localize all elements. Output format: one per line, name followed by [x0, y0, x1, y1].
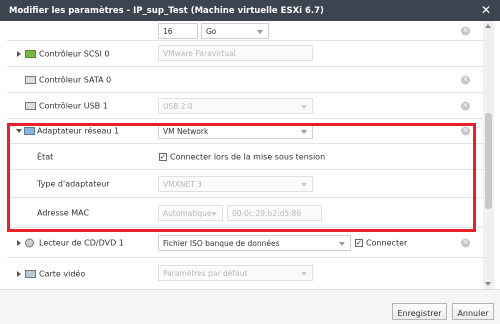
mac-address-label: Adresse MAC: [37, 208, 90, 217]
chevron-down-icon: [301, 183, 307, 187]
memory-row: 16 Go ✕: [7, 21, 483, 41]
window-titlebar: Modifier les paramètres - IP_sup_Test (M…: [0, 0, 500, 21]
connect-at-power-on-checkbox[interactable]: ✓: [159, 152, 167, 161]
video-card-icon: [25, 269, 36, 278]
memory-value: 16: [163, 27, 173, 36]
scsi-type-value: VMware Paravirtual: [163, 49, 236, 58]
video-settings-value: Paramètres par défaut: [163, 269, 248, 278]
adapter-type-row: Type d'adaptateur VMXNET 3: [7, 170, 483, 198]
chevron-down-icon: [301, 272, 307, 276]
cd-dvd-icon: [25, 238, 34, 247]
video-card-label: Carte vidéo: [39, 269, 86, 278]
remove-icon[interactable]: ✕: [461, 238, 470, 247]
connect-label[interactable]: Connecter: [366, 238, 407, 247]
memory-value-field[interactable]: 16: [158, 23, 198, 39]
save-button[interactable]: Enregistrer: [392, 303, 447, 320]
network-select[interactable]: VM Network: [158, 123, 313, 139]
chevron-down-icon: [301, 105, 307, 109]
network-adapter-icon: [24, 127, 35, 135]
network-value: VM Network: [163, 127, 209, 136]
scroll-up-icon[interactable]: [485, 24, 491, 28]
remove-icon[interactable]: ✕: [461, 75, 470, 84]
usb-type-select[interactable]: USB 2.0: [158, 98, 313, 114]
window-title: Modifier les paramètres - IP_sup_Test (M…: [9, 6, 324, 16]
adapter-type-label: Type d'adaptateur: [37, 179, 110, 188]
adapter-type-select[interactable]: VMXNET 3: [158, 176, 313, 192]
chevron-down-icon: [257, 30, 263, 34]
scsi-controller-icon: [25, 49, 36, 58]
memory-unit: Go: [206, 27, 217, 36]
usb-controller-icon: [25, 101, 36, 110]
chevron-down-icon: [339, 242, 345, 246]
close-icon[interactable]: ✕: [481, 3, 491, 17]
memory-unit-select[interactable]: Go: [201, 23, 269, 39]
mac-mode-value: Automatique: [163, 209, 212, 218]
mac-address-row: Adresse MAC Automatique 00:0c:29:b2:d5:8…: [7, 198, 483, 228]
scroll-down-icon[interactable]: [485, 282, 491, 286]
dialog-footer: Enregistrer Annuler: [0, 289, 500, 324]
cd-dvd-row: Lecteur de CD/DVD 1 Fichier ISO banque d…: [7, 228, 483, 258]
mac-address-input[interactable]: 00:0c:29:b2:d5:86: [227, 205, 322, 221]
chevron-down-icon: [301, 130, 307, 134]
usb-controller-label: Contrôleur USB 1: [39, 101, 108, 110]
chevron-down-icon: [211, 212, 217, 216]
video-settings-select[interactable]: Paramètres par défaut: [158, 265, 313, 281]
connect-at-power-on-label[interactable]: Connecter lors de la mise sous tension: [170, 152, 325, 161]
scsi-controller-label: Contrôleur SCSI 0: [39, 49, 110, 58]
sata-controller-row: Contrôleur SATA 0 ✕: [7, 67, 483, 93]
scsi-controller-row: Contrôleur SCSI 0 VMware Paravirtual: [7, 41, 483, 67]
network-state-row: État ✓ Connecter lors de la mise sous te…: [7, 144, 483, 170]
mac-mode-select[interactable]: Automatique: [158, 205, 223, 221]
mac-address-value: 00:0c:29:b2:d5:86: [232, 209, 302, 218]
remove-icon[interactable]: ✕: [461, 126, 470, 136]
remove-icon[interactable]: ✕: [461, 26, 470, 35]
adapter-type-value: VMXNET 3: [163, 180, 202, 189]
sata-controller-icon: [25, 75, 36, 84]
scsi-type-select[interactable]: VMware Paravirtual: [158, 45, 313, 61]
video-card-row: Carte vidéo Paramètres par défaut: [7, 258, 483, 289]
settings-list: 16 Go ✕ Contrôleur SCSI 0 VMware Paravir…: [7, 21, 483, 289]
sata-controller-label: Contrôleur SATA 0: [39, 75, 112, 84]
vertical-scrollbar[interactable]: [483, 21, 494, 289]
expand-caret-icon[interactable]: [17, 270, 21, 277]
network-adapter-label: Adaptateur réseau 1: [37, 126, 120, 136]
usb-controller-row: Contrôleur USB 1 USB 2.0 ✕: [7, 93, 483, 119]
scrollbar-thumb[interactable]: [485, 113, 492, 209]
cd-dvd-source-value: Fichier ISO banque de données: [163, 239, 280, 248]
state-label: État: [37, 152, 54, 161]
connect-checkbox[interactable]: ✓: [355, 238, 363, 247]
collapse-caret-icon[interactable]: [16, 129, 22, 133]
expand-caret-icon[interactable]: [17, 50, 21, 57]
usb-type-value: USB 2.0: [163, 102, 193, 111]
expand-caret-icon[interactable]: [17, 239, 21, 246]
remove-icon[interactable]: ✕: [461, 101, 470, 110]
cd-dvd-label: Lecteur de CD/DVD 1: [39, 238, 124, 247]
cd-dvd-source-select[interactable]: Fichier ISO banque de données: [158, 235, 351, 251]
network-adapter-row: Adaptateur réseau 1 VM Network ✕: [7, 119, 483, 144]
cancel-button[interactable]: Annuler: [452, 303, 494, 320]
